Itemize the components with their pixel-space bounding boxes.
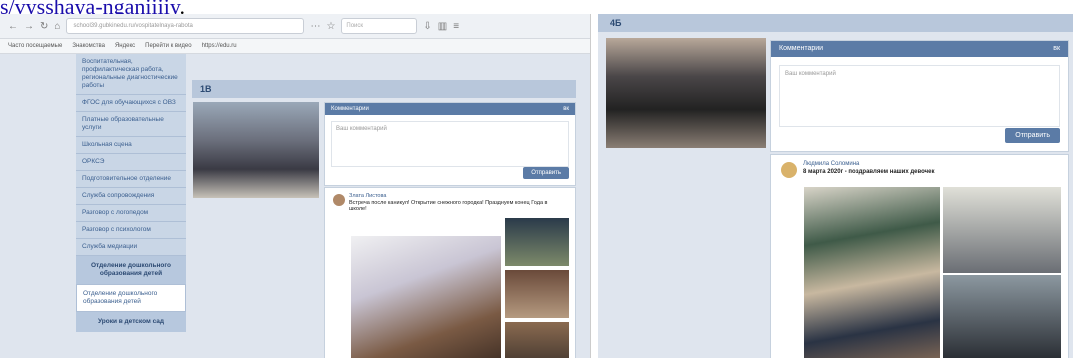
bookmark-item[interactable]: https://edu.ru (202, 43, 237, 49)
sidebar-item[interactable]: ФГОС для обучающихся с ОВЗ (76, 95, 186, 112)
sidebar-item[interactable]: Служба сопровождения (76, 188, 186, 205)
sidebar-item[interactable]: ОРКСЭ (76, 154, 186, 171)
browser-toolbar: ← → ↻ ⌂ school39.gubkinedu.ru/vospitatel… (0, 14, 590, 39)
class-photo[interactable] (606, 38, 766, 148)
left-browser-screenshot: ← → ↻ ⌂ school39.gubkinedu.ru/vospitatel… (0, 14, 591, 358)
comment-widget: Комментарии вк Ваш комментарий Отправить (770, 40, 1069, 152)
sidebar-item[interactable]: Разговор с психологом (76, 222, 186, 239)
library-icon[interactable]: ▥ (438, 21, 447, 32)
avatar[interactable] (781, 162, 797, 178)
comment-header: Комментарии вк (325, 103, 575, 115)
back-icon[interactable]: ← (8, 21, 18, 32)
forward-icon[interactable]: → (24, 21, 34, 32)
bookmark-star-icon[interactable]: ☆ (326, 21, 335, 32)
address-bar[interactable]: school39.gubkinedu.ru/vospitatelnaya-rab… (66, 18, 305, 34)
wall-post: Людмила Соломина 8 марта 2020г - поздрав… (770, 154, 1069, 358)
downloads-icon[interactable]: ⇩ (423, 21, 431, 32)
hamburger-menu-icon[interactable]: ≡ (453, 21, 459, 32)
post-photo[interactable] (505, 322, 569, 358)
send-button[interactable]: Отправить (523, 167, 569, 179)
comment-widget: Комментарии вк Ваш комментарий Отправить (324, 102, 576, 186)
post-photo[interactable] (505, 218, 569, 266)
bookmark-item[interactable]: Часто посещаемые (8, 43, 62, 49)
sidebar-item[interactable]: Школьная сцена (76, 137, 186, 154)
post-photo[interactable] (505, 270, 569, 318)
sidebar-item[interactable]: Платные образовательные услуги (76, 112, 186, 137)
vk-logo-icon: вк (1053, 45, 1060, 52)
post-photo[interactable] (804, 187, 940, 358)
wall-post: Злата Листова Встреча после каникул! Отк… (324, 187, 576, 358)
sidebar-section-heading: Отделение дошкольного образования детей (76, 256, 186, 284)
post-author[interactable]: Людмила Соломина (803, 161, 859, 167)
bookmarks-bar: Часто посещаемые Знакомства Яндекс Перей… (0, 39, 590, 54)
post-photo[interactable] (943, 187, 1061, 273)
sidebar-item[interactable]: Разговор с логопедом (76, 205, 186, 222)
class-photo[interactable] (193, 102, 319, 198)
group-title: 1В (192, 80, 576, 98)
sidebar-item[interactable]: Воспитательная, профилактическая работа,… (76, 54, 186, 95)
reload-icon[interactable]: ↻ (40, 21, 48, 32)
avatar[interactable] (333, 194, 345, 206)
post-photo[interactable] (943, 275, 1061, 358)
comment-header: Комментарии вк (771, 41, 1068, 57)
bookmark-item[interactable]: Знакомства (72, 43, 105, 49)
bookmark-item[interactable]: Яндекс (115, 43, 135, 49)
post-text: Встреча после каникул! Открытие снежного… (349, 200, 548, 212)
sidebar-item[interactable]: Подготовительное отделение (76, 171, 186, 188)
site-sidebar: Воспитательная, профилактическая работа,… (76, 54, 186, 332)
post-author[interactable]: Злата Листова (349, 193, 386, 199)
right-browser-screenshot: 4Б Комментарии вк Ваш комментарий Отправ… (598, 14, 1073, 358)
sidebar-item[interactable]: Служба медиации (76, 239, 186, 256)
home-icon[interactable]: ⌂ (54, 21, 60, 32)
browser-search-input[interactable]: Поиск (341, 18, 418, 34)
group-title: 4Б (598, 14, 1073, 32)
send-button[interactable]: Отправить (1005, 128, 1060, 143)
comment-input[interactable]: Ваш комментарий (331, 121, 569, 167)
sidebar-item[interactable]: Отделение дошкольного образования детей (76, 284, 186, 312)
sidebar-section-heading: Уроки в детском сад (76, 312, 186, 332)
post-photo[interactable] (351, 236, 501, 358)
comment-input[interactable]: Ваш комментарий (779, 65, 1060, 127)
vk-logo-icon: вк (563, 106, 569, 112)
post-text: 8 марта 2020г - поздравляем наших девоче… (803, 169, 935, 175)
menu-dots-icon[interactable]: ⋯ (310, 21, 320, 32)
bookmark-item[interactable]: Перейти к видео (145, 43, 191, 49)
